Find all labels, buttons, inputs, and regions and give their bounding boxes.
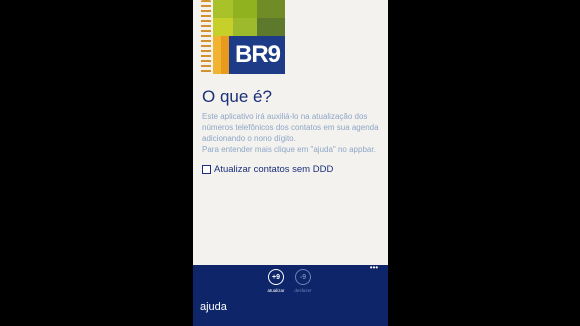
description-line: Este aplicativo irá auxiliá-lo na atuali… xyxy=(202,112,368,121)
app-screen: BR9 O que é? Este aplicativo irá auxiliá… xyxy=(193,0,388,326)
checkbox-label: Atualizar contatos sem DDD xyxy=(214,164,334,175)
description-line: Para entender mais clique em "ajuda" no … xyxy=(202,145,376,154)
update-button-label: atualizar xyxy=(267,288,285,293)
update-without-ddd-checkbox[interactable]: Atualizar contatos sem DDD xyxy=(202,164,333,175)
minus-nine-icon: -9 xyxy=(295,269,311,285)
description-line: adicionando o nono dígito. xyxy=(202,134,296,143)
undo-button-label: desfazer xyxy=(294,288,312,293)
checkbox-box[interactable] xyxy=(202,165,211,174)
update-button[interactable]: +9 atualizar xyxy=(261,269,291,293)
app-bar: +9 atualizar -9 desfazer ••• ajuda xyxy=(193,264,388,326)
br9-logo: BR9 xyxy=(201,0,285,76)
page-title: O que é? xyxy=(202,87,272,106)
logo-text: BR9 xyxy=(229,36,285,74)
plus-nine-icon: +9 xyxy=(268,269,284,285)
description: Este aplicativo irá auxiliá-lo na atuali… xyxy=(202,111,382,155)
help-menu-item[interactable]: ajuda xyxy=(200,301,227,313)
notebook-spiral-icon xyxy=(201,0,211,74)
more-options-icon[interactable]: ••• xyxy=(368,264,380,273)
description-line: números telefônicos dos contatos em sua … xyxy=(202,123,379,132)
undo-button[interactable]: -9 desfazer xyxy=(288,269,318,293)
